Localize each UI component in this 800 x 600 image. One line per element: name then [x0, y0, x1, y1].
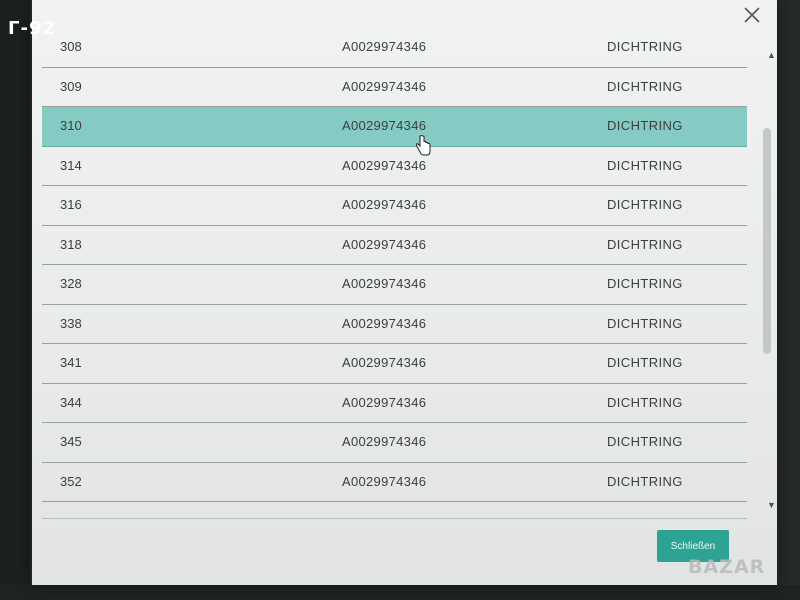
- table-row[interactable]: 309 A0029974346 DICHTRING: [42, 68, 747, 107]
- part-number: A0029974346: [342, 197, 427, 212]
- table-row[interactable]: 310 A0029974346 DICHTRING: [42, 107, 747, 147]
- screen-bezel-bottom: [0, 585, 800, 600]
- part-description: DICHTRING: [607, 157, 683, 173]
- table-row[interactable]: 316 A0029974346 DICHTRING: [42, 186, 747, 226]
- chevron-up-icon[interactable]: ▲: [767, 50, 776, 60]
- part-description: DICHTRING: [607, 394, 683, 410]
- row-number: 344: [60, 394, 82, 410]
- part-description: DICHTRING: [607, 513, 683, 516]
- row-number: 309: [60, 78, 82, 94]
- table-row[interactable]: 341 A0029974346 DICHTRING: [42, 344, 747, 384]
- row-number: 314: [60, 157, 82, 173]
- table-row[interactable]: 328 A0029974346 DICHTRING: [42, 265, 747, 305]
- part-description: DICHTRING: [607, 473, 683, 489]
- part-number: A0029974346: [342, 355, 427, 370]
- table-row[interactable]: 338 A0029974346 DICHTRING: [42, 305, 747, 344]
- row-number: 318: [60, 236, 82, 252]
- row-number: 345: [60, 434, 82, 449]
- scrollbar-thumb[interactable]: [763, 128, 771, 354]
- row-number: 310: [60, 118, 82, 133]
- part-number: A0029974346: [342, 39, 427, 54]
- table-row[interactable]: 345 A0029974346 DICHTRING: [42, 423, 747, 463]
- hand-pointer-icon: [415, 135, 431, 162]
- part-number: A0029974346: [342, 78, 427, 94]
- row-number: 338: [60, 315, 82, 331]
- table-row[interactable]: 353 A0029974346 DICHTRING: [42, 502, 747, 516]
- table-row[interactable]: 308 A0029974346 DICHTRING: [42, 28, 747, 68]
- chevron-down-icon[interactable]: ▼: [767, 500, 776, 510]
- part-description: DICHTRING: [607, 197, 683, 212]
- part-number: A0029974346: [342, 394, 427, 410]
- part-number: A0029974346: [342, 157, 427, 173]
- part-description: DICHTRING: [607, 236, 683, 252]
- part-description: DICHTRING: [607, 276, 683, 291]
- close-icon: [744, 7, 760, 23]
- part-description: DICHTRING: [607, 78, 683, 94]
- part-description: DICHTRING: [607, 434, 683, 449]
- part-description: DICHTRING: [607, 355, 683, 370]
- part-number: A0029974346: [342, 473, 427, 489]
- part-description: DICHTRING: [607, 39, 683, 54]
- row-number: 316: [60, 197, 82, 212]
- parts-list-dialog: 308 A0029974346 DICHTRING 309 A0029974346 DIC…: [32, 0, 777, 585]
- listing-tag: Г-92: [8, 18, 56, 39]
- row-number: 353: [60, 513, 82, 516]
- table-row[interactable]: 344 A0029974346 DICHTRING: [42, 384, 747, 423]
- part-number: A0029974346: [342, 434, 427, 449]
- table-row[interactable]: 352 A0029974346 DICHTRING: [42, 463, 747, 502]
- part-number: A0029974346: [342, 276, 427, 291]
- part-description: DICHTRING: [607, 118, 683, 133]
- row-number: 308: [60, 39, 82, 54]
- part-number: A0029974346: [342, 513, 426, 516]
- row-number: 352: [60, 473, 82, 489]
- watermark-logo: BAZAR: [688, 556, 766, 578]
- table-row[interactable]: 314 A0029974346 DICHTRING: [42, 147, 747, 186]
- part-number: A0029974346: [342, 236, 427, 252]
- table-body: 308 A0029974346 DICHTRING 309 A0029974346 DIC…: [42, 28, 747, 516]
- part-description: DICHTRING: [607, 315, 683, 331]
- part-number: A0029974346: [342, 315, 427, 331]
- part-number: A0029974346: [342, 118, 427, 133]
- footer-divider: [42, 518, 747, 519]
- parts-table[interactable]: 308 A0029974346 DICHTRING 309 A0029974346 DIC…: [42, 28, 747, 516]
- row-number: 328: [60, 276, 82, 291]
- screen-bezel-left: [0, 0, 30, 600]
- close-dialog-button[interactable]: [735, 0, 769, 30]
- table-row[interactable]: 318 A0029974346 DICHTRING: [42, 226, 747, 265]
- row-number: 341: [60, 355, 82, 370]
